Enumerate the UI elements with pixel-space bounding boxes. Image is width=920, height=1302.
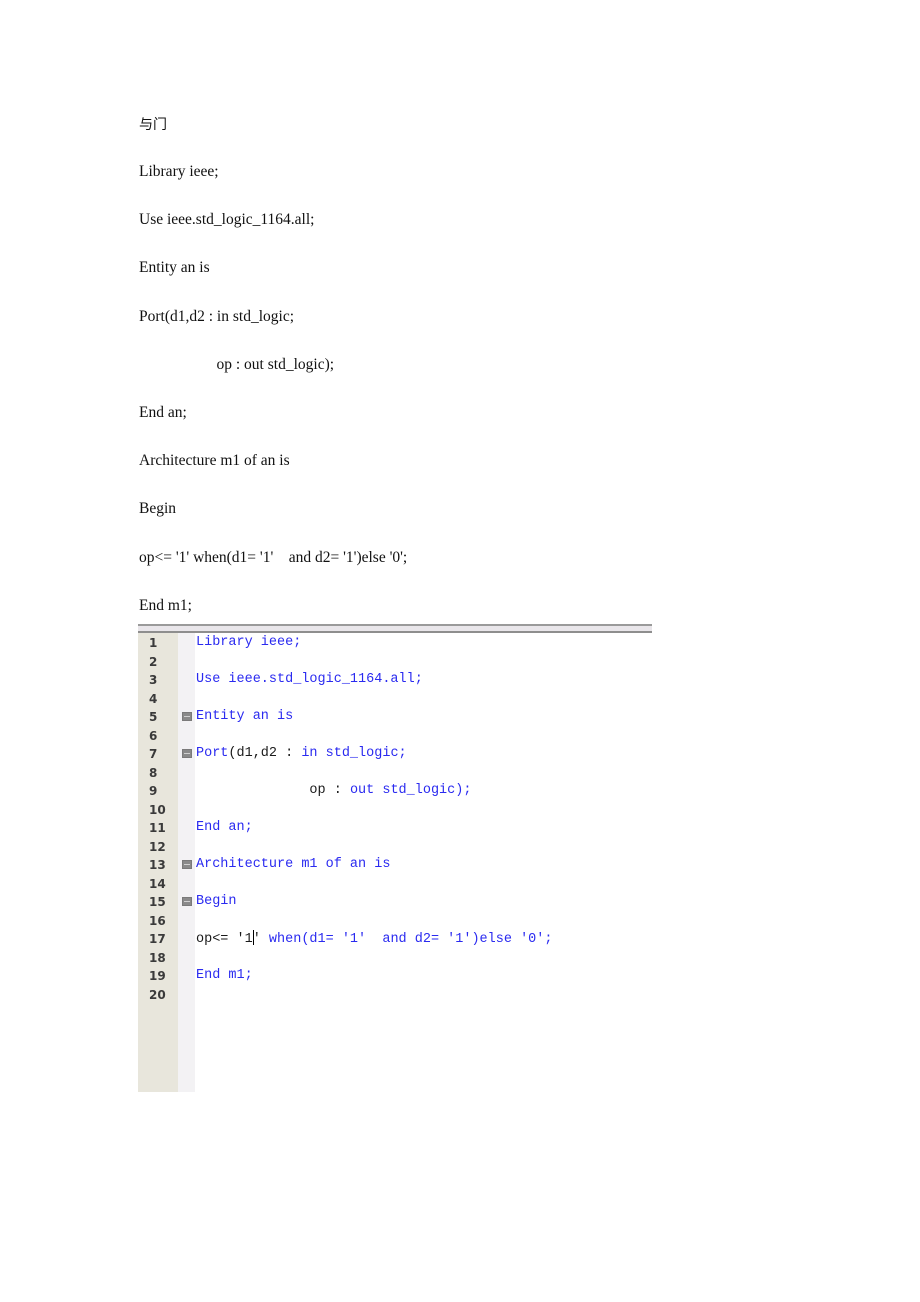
text-token: (d1,d2 : [228,746,302,761]
line-number: 19 [149,969,166,983]
doc-line-end-arch: End m1; [139,597,192,614]
keyword-token: Use ieee.std_logic_1164.all; [196,672,423,687]
doc-line-use: Use ieee.std_logic_1164.all; [139,211,315,228]
keyword-token: Begin [196,894,237,909]
keyword-token: Entity an is [196,709,294,724]
code-line: 6 [138,727,652,745]
line-number: 7 [149,747,158,761]
fold-collapse-icon[interactable] [182,749,192,758]
code-text: Port(d1,d2 : in std_logic; [196,745,407,763]
keyword-token: Library ieee; [196,635,302,650]
line-number: 13 [149,858,166,872]
code-text: op<= '1' when(d1= '1' and d2= '1')else '… [196,930,552,949]
keyword-token: End m1; [196,968,253,983]
line-number: 5 [149,710,158,724]
keyword-token: out std_logic); [349,783,472,798]
code-line: 9 op : out std_logic); [138,782,652,800]
code-line: 4 [138,690,652,708]
code-line: 2 [138,653,652,671]
editor-top-border [138,624,652,633]
doc-line-end-entity: End an; [139,404,187,421]
code-line: 8 [138,764,652,782]
fold-collapse-icon[interactable] [182,712,192,721]
code-line: 18 [138,949,652,967]
code-line: 13 Architecture m1 of an is [138,856,652,874]
line-number: 2 [149,654,158,669]
code-line: 17 op<= '1' when(d1= '1' and d2= '1')else… [138,930,652,948]
code-text: op : out std_logic); [196,782,471,800]
line-number: 10 [149,802,166,817]
keyword-token: End an; [196,820,253,835]
text-token: op : [196,783,350,798]
line-number: 11 [149,821,166,835]
line-number: 15 [149,895,166,909]
code-text: Begin [196,893,237,911]
code-line: 10 [138,801,652,819]
code-line: 19 End m1; [138,967,652,985]
line-number: 8 [149,765,158,780]
code-text: End an; [196,819,253,837]
fold-collapse-icon[interactable] [182,897,192,906]
doc-line-assignment: op<= '1' when(d1= '1' and d2= '1')else '… [139,549,408,566]
doc-line-port: Port(d1,d2 : in std_logic; [139,308,294,325]
line-number: 12 [149,839,166,854]
fold-collapse-icon[interactable] [182,860,192,869]
doc-line-entity: Entity an is [139,259,210,276]
code-text: Entity an is [196,708,293,726]
line-number: 20 [149,987,166,1002]
keyword-token: when(d1= '1' and d2= '1')else '0'; [268,932,553,947]
line-number: 1 [149,636,158,650]
text-token: ' [252,932,269,947]
line-number: 3 [149,673,158,687]
doc-line-begin: Begin [139,500,177,517]
code-line: 20 [138,986,652,1004]
document-title: 与门 [139,117,167,133]
code-line: 3 Use ieee.std_logic_1164.all; [138,671,652,689]
line-number: 16 [149,913,166,928]
code-text: End m1; [196,967,253,985]
code-text: Architecture m1 of an is [196,856,390,874]
code-line: 14 [138,875,652,893]
doc-line-op-port: op : out std_logic); [139,356,335,373]
line-number: 18 [149,950,166,965]
doc-line-architecture: Architecture m1 of an is [139,452,290,469]
keyword-token: in std_logic; [301,746,407,761]
code-text: Library ieee; [196,634,301,652]
code-line: 16 [138,912,652,930]
code-text: Use ieee.std_logic_1164.all; [196,671,423,689]
line-number: 14 [149,876,166,891]
keyword-token: Port [196,746,229,761]
text-token: op<= '1 [196,932,253,947]
line-number: 17 [149,932,166,946]
line-number: 4 [149,691,158,706]
code-line: 11 End an; [138,819,652,837]
line-number: 6 [149,728,158,743]
keyword-token: Architecture m1 of an is [196,857,391,872]
code-line: 1 Library ieee; [138,634,652,652]
line-number: 9 [149,784,158,798]
code-editor-screenshot: 1 Library ieee; 2 3 Use ieee.std_logic_1164.… [138,624,652,1092]
doc-line-library: Library ieee; [139,163,219,180]
code-line: 12 [138,838,652,856]
code-line: 15 Begin [138,893,652,911]
code-line: 7 Port(d1,d2 : in std_logic; [138,745,652,763]
code-line: 5 Entity an is [138,708,652,726]
